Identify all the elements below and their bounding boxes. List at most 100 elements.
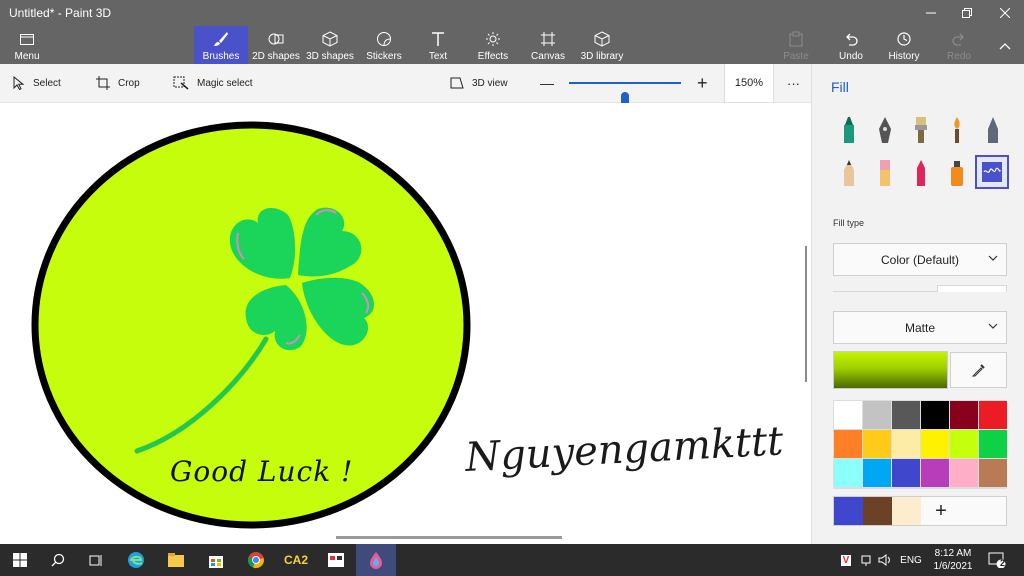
eyedropper-button[interactable] [950,352,1007,388]
select-button[interactable]: Select [13,64,61,102]
close-button[interactable] [986,0,1024,26]
custom-color-swatch[interactable] [834,497,863,525]
search-button[interactable] [38,544,78,576]
redo-button[interactable]: Redo [944,26,974,64]
history-button[interactable]: History [884,26,924,64]
undo-button[interactable]: Undo [834,26,868,64]
task-view-button[interactable] [76,544,116,576]
horizontal-scrollbar[interactable] [336,536,562,539]
network-tray[interactable] [858,544,874,576]
file-explorer-button[interactable] [156,544,196,576]
fill-type-dropdown[interactable]: Color (Default) [833,243,1007,276]
crop-button[interactable]: Crop [96,64,140,102]
language-indicator[interactable]: ENG [897,544,925,576]
chrome-button[interactable] [236,544,276,576]
palette-color-swatch[interactable] [950,401,978,429]
palette-color-swatch[interactable] [892,459,920,487]
tab-canvas[interactable]: Canvas [528,26,568,64]
tab-brushes[interactable]: Brushes [194,26,248,64]
vertical-scrollbar[interactable] [805,246,807,382]
tray-v-icon[interactable]: V [836,544,856,576]
drawing-canvas[interactable]: Good Luck ! Nguyengamkttt [0,103,811,543]
brush-pixel-pen[interactable] [976,113,1010,147]
palette-color-swatch[interactable] [834,401,862,429]
tab-3d-library[interactable]: 3D library [578,26,626,64]
palette-color-swatch[interactable] [950,430,978,458]
brush-spray-can[interactable] [940,156,974,190]
palette-color-swatch[interactable] [834,459,862,487]
brush-marker[interactable] [832,113,866,147]
brush-panel: Fill Fill type Color (Default) Matte + [811,64,1024,544]
custom-color-swatch[interactable] [863,497,892,525]
tab-effects[interactable]: Effects [474,26,512,64]
brush-oil[interactable] [904,113,938,147]
more-options-button[interactable]: ··· [787,64,800,102]
eyedropper-icon [971,364,985,377]
brush-watercolor[interactable] [940,113,974,147]
window-app-icon [328,553,344,567]
palette-color-swatch[interactable] [921,401,949,429]
brush-eraser[interactable] [868,156,902,190]
palette-color-swatch[interactable] [979,401,1007,429]
palette-color-swatch[interactable] [892,401,920,429]
palette-color-swatch[interactable] [979,430,1007,458]
eraser-icon [880,160,890,186]
2d-shapes-icon [268,33,284,45]
edge-button[interactable] [116,544,156,576]
tab-stickers[interactable]: Stickers [360,26,408,64]
3d-view-button[interactable]: 3D view [450,64,508,102]
toolbar: Select Crop Magic select 3D view — + ··· [0,64,811,110]
palette-color-swatch[interactable] [921,430,949,458]
minimize-button[interactable] [912,0,950,26]
close-icon [1000,8,1010,18]
material-dropdown[interactable]: Matte [833,311,1007,344]
palette-color-swatch[interactable] [863,459,891,487]
task-view-icon [89,555,102,566]
zoom-in-button[interactable]: + [697,64,708,102]
ca2-app-button[interactable]: CA2 [276,544,316,576]
maximize-button[interactable] [948,0,986,26]
zoom-slider[interactable] [569,82,681,110]
crop-icon [96,76,110,90]
menu-button[interactable]: Menu [6,26,48,64]
opacity-box [937,285,1007,292]
paint-3d-button[interactable] [356,544,396,576]
current-color-swatch[interactable] [833,351,948,389]
magic-select-button[interactable]: Magic select [173,64,253,102]
palette-color-swatch[interactable] [979,459,1007,487]
tab-3d-shapes[interactable]: 3D shapes [304,26,356,64]
window-app-button[interactable] [316,544,356,576]
palette-color-swatch[interactable] [863,430,891,458]
custom-color-swatch[interactable] [892,497,921,525]
tab-2d-shapes[interactable]: 2D shapes [250,26,302,64]
brush-crayon[interactable] [904,156,938,190]
collapse-ribbon-button[interactable] [994,26,1016,64]
palette-color-swatch[interactable] [892,430,920,458]
magic-select-icon [173,76,189,90]
canvas-icon [541,32,555,46]
tab-text[interactable]: Text [420,26,456,64]
clock[interactable]: 8:12 AM 1/6/2021 [928,547,978,573]
palette-color-swatch[interactable] [950,459,978,487]
ribbon: Menu Brushes 2D shapes 3D shapes Sticker… [0,26,1024,64]
watercolor-icon [954,117,960,143]
notifications-button[interactable]: 2 [984,544,1010,576]
brush-fill[interactable] [975,155,1009,189]
store-button[interactable] [196,544,236,576]
palette-color-swatch[interactable] [863,401,891,429]
palette-color-swatch[interactable] [921,459,949,487]
volume-tray[interactable] [876,544,894,576]
palette-color-swatch[interactable] [834,430,862,458]
zoom-level[interactable]: 150% [724,64,774,102]
3d-view-icon [450,77,464,89]
canvas-artwork: Good Luck ! Nguyengamkttt [31,121,785,529]
oil-brush-icon [915,117,927,143]
zoom-out-button[interactable]: — [540,64,554,102]
add-color-button[interactable]: + [921,497,961,525]
paste-button[interactable]: Paste [778,26,814,64]
restore-icon [962,8,972,18]
fill-type-label: Fill type [833,218,865,228]
brush-pencil[interactable] [832,156,866,190]
start-button[interactable] [0,544,40,576]
brush-calligraphy-pen[interactable] [868,113,902,147]
